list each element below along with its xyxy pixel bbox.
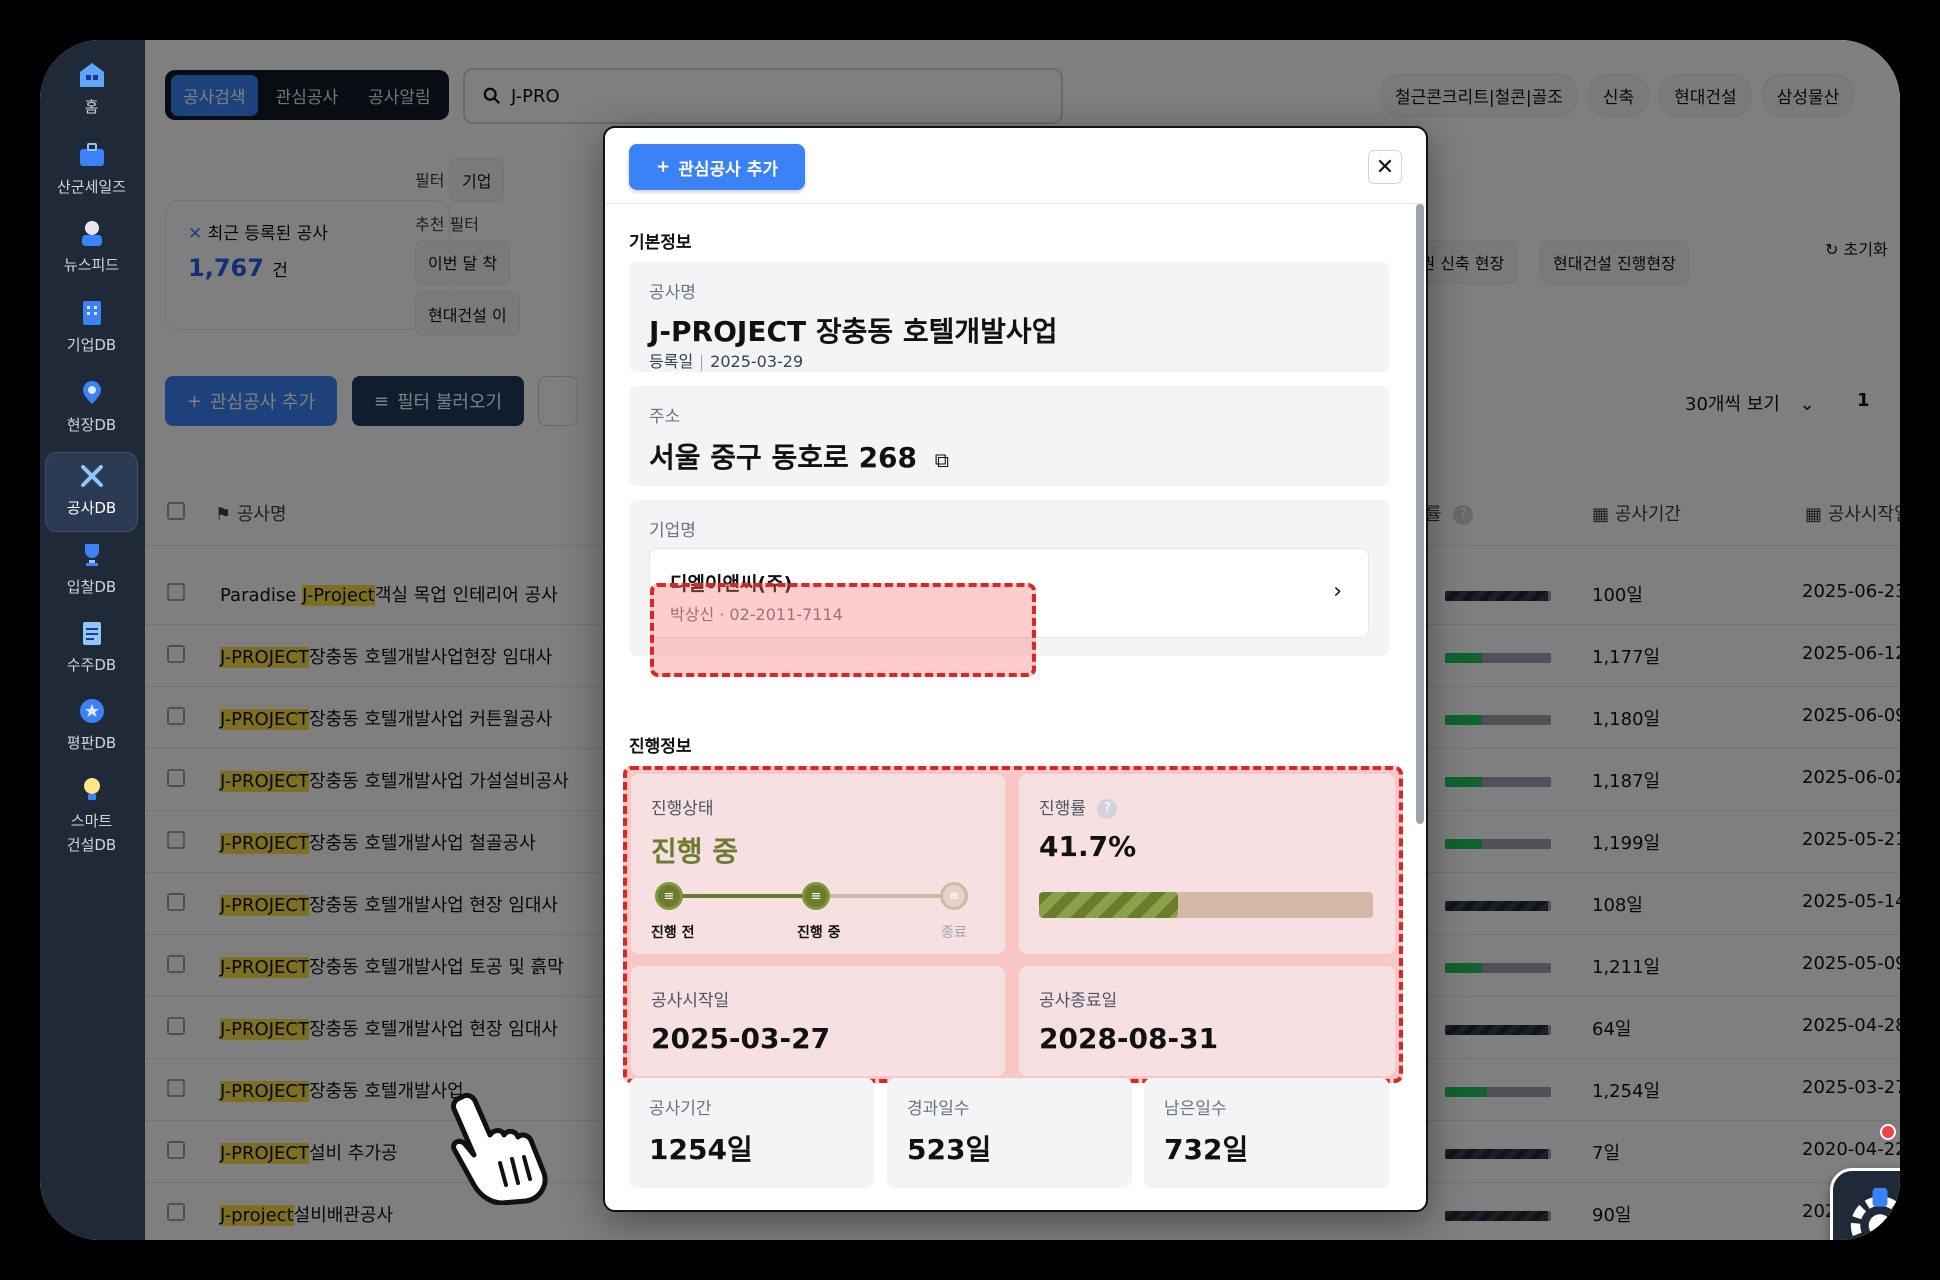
end-date-label: 공사종료일 [1039,991,1118,1011]
progress-info-title: 진행정보 [629,737,692,757]
address-row: 서울 중구 동호로 268 ⧉ [649,436,949,476]
notification-dot [1880,1124,1896,1140]
project-name: J-PROJECT 장충동 호텔개발사업 [649,315,1058,348]
company-highlight [650,583,1036,677]
sidebar-item-label: 기업DB [66,336,117,354]
sidebar-item-sales[interactable]: 산군세일즈 [45,140,138,212]
progress-bar [1039,892,1373,918]
sidebar-item-label: 홈 [84,98,99,116]
modal-add-interest-label: 관심공사 추가 [678,159,778,180]
registration-info: 등록일 2025-03-29 [649,348,803,372]
sidebar-item-label: 공사DB [66,499,117,517]
sidebar-item-label: 뉴스피드 [63,256,120,274]
elapsed-label: 경과일수 [907,1099,970,1119]
registration-label: 등록일 [649,352,694,371]
end-date-card: 공사종료일 2028-08-31 [1019,966,1395,1076]
sidebar-item-label: 산군세일즈 [56,178,126,196]
status-stepper: ≡ ≡ ≡ 진행 전 진행 중 종료 [651,874,971,941]
period-label: 공사기간 [649,1099,712,1119]
news-icon [81,221,102,246]
status-card: 진행상태 진행 중 ≡ ≡ ≡ 진행 전 진행 중 종료 [631,774,1005,954]
close-button[interactable]: ✕ [1368,150,1402,184]
step-label-before: 진행 전 [651,925,695,941]
rate-label: 진행률 ? [1039,794,1118,819]
status-label: 진행상태 [651,799,714,819]
home-icon [79,63,104,87]
start-date-card: 공사시작일 2025-03-27 [631,966,1005,1076]
close-icon: ✕ [1375,154,1395,180]
sidebar-item-reputation-db[interactable]: 평판DB [45,696,138,768]
address-value: 서울 중구 동호로 268 [649,441,918,474]
plus-icon: + [655,157,671,177]
basic-info-title: 기본정보 [629,233,692,253]
start-date-label: 공사시작일 [651,991,730,1011]
sidebar-item-label: 현장DB [66,416,117,434]
status-value: 진행 중 [651,835,739,868]
chevron-right-icon: › [1333,579,1342,604]
step-dot-end: ≡ [940,882,968,910]
sidebar-item-label: 평판DB [66,734,117,752]
briefcase-icon [79,143,104,166]
sidebar: 홈 산군세일즈 뉴스피드 기업DB 현장DB 공사DB 입찰DB 수주DB 평판… [40,40,145,1240]
elapsed-value: 523일 [907,1133,992,1166]
tools-icon [80,465,103,487]
sidebar-item-company-db[interactable]: 기업DB [45,298,138,370]
remaining-label: 남은일수 [1164,1099,1227,1119]
rate-card: 진행률 ? 41.7% [1019,774,1395,954]
sidebar-item-order-db[interactable]: 수주DB [45,618,138,690]
stepper-line-rest [816,894,944,898]
stepper-line-done [669,894,816,898]
remaining-card: 남은일수 732일 [1144,1078,1389,1188]
progress-highlight: 진행상태 진행 중 ≡ ≡ ≡ 진행 전 진행 중 종료 진행률 ? 41.7%… [623,766,1403,1083]
sidebar-item-label: 입찰DB [66,578,117,596]
step-dot-before: ≡ [655,882,683,910]
helmet-gear-icon [1850,1187,1900,1240]
modal-header: + 관심공사 추가 ✕ [605,128,1426,204]
elapsed-card: 경과일수 523일 [887,1078,1132,1188]
project-name-card: 공사명 J-PROJECT 장충동 호텔개발사업 등록일 2025-03-29 [629,262,1389,372]
company-label: 기업명 [649,521,696,541]
period-card: 공사기간 1254일 [629,1078,874,1188]
period-value: 1254일 [649,1133,753,1166]
helper-bot-button[interactable] [1830,1168,1900,1240]
sidebar-item-site-db[interactable]: 현장DB [45,378,138,450]
bulb-icon [83,778,100,800]
project-name-label: 공사명 [649,283,696,303]
progress-fill [1039,892,1179,918]
modal-add-interest-button[interactable]: + 관심공사 추가 [629,144,805,190]
step-dot-progress: ≡ [802,882,830,910]
modal-scrollbar[interactable] [1416,204,1424,824]
sidebar-item-label: 수주DB [66,656,117,674]
registration-date: 2025-03-29 [710,352,804,371]
help-icon[interactable]: ? [1097,799,1118,819]
building-icon [82,301,101,325]
sidebar-item-construction-db[interactable]: 공사DB [45,452,138,532]
address-label: 주소 [649,407,681,427]
rate-value: 41.7% [1039,830,1137,863]
rate-label-text: 진행률 [1039,799,1086,819]
step-label-end: 종료 [941,925,967,941]
star-badge-icon [79,699,104,723]
address-card: 주소 서울 중구 동호로 268 ⧉ [629,386,1389,486]
screen: 홈 산군세일즈 뉴스피드 기업DB 현장DB 공사DB 입찰DB 수주DB 평판… [40,40,1900,1240]
sidebar-item-newsfeed[interactable]: 뉴스피드 [45,218,138,290]
trophy-icon [84,544,99,566]
project-detail-modal: + 관심공사 추가 ✕ 기본정보 공사명 J-PROJECT 장충동 호텔개발사… [603,126,1428,1212]
site-icon [82,381,101,404]
clipboard-icon [82,622,101,645]
sidebar-item-smart-db[interactable]: 스마트 건설DB [45,774,138,874]
copy-icon[interactable]: ⧉ [935,448,949,472]
sidebar-item-home[interactable]: 홈 [45,60,138,132]
start-date-value: 2025-03-27 [651,1022,831,1055]
step-label-progress: 진행 중 [797,925,841,941]
device-frame: 홈 산군세일즈 뉴스피드 기업DB 현장DB 공사DB 입찰DB 수주DB 평판… [0,0,1940,1280]
remaining-value: 732일 [1164,1133,1249,1166]
end-date-value: 2028-08-31 [1039,1022,1219,1055]
hand-pointer-cursor-icon [451,1092,548,1205]
sidebar-item-bid-db[interactable]: 입찰DB [45,540,138,612]
sidebar-item-label: 스마트 건설DB [66,812,117,854]
